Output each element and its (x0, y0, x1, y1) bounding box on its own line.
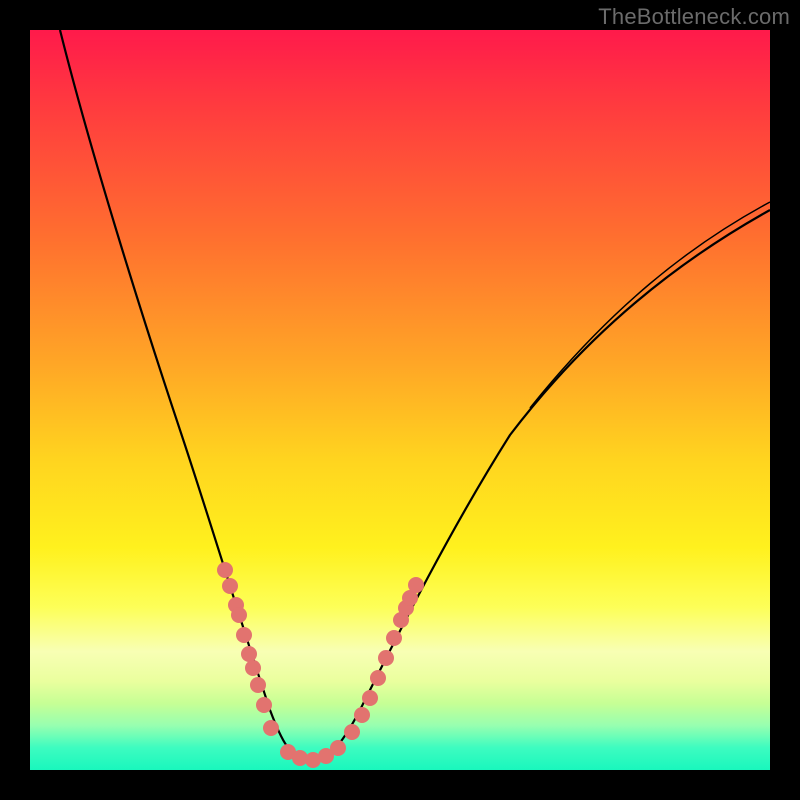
data-marker (378, 650, 394, 666)
data-marker (222, 578, 238, 594)
data-marker (362, 690, 378, 706)
marker-group (217, 562, 424, 768)
watermark-text: TheBottleneck.com (598, 4, 790, 30)
data-marker (263, 720, 279, 736)
outer-frame: TheBottleneck.com (0, 0, 800, 800)
data-marker (241, 646, 257, 662)
data-marker (408, 577, 424, 593)
data-marker (386, 630, 402, 646)
data-marker (354, 707, 370, 723)
data-marker (370, 670, 386, 686)
chart-svg (30, 30, 770, 770)
data-marker (217, 562, 233, 578)
data-marker (330, 740, 346, 756)
data-marker (236, 627, 252, 643)
plot-area (30, 30, 770, 770)
data-marker (256, 697, 272, 713)
bottleneck-curve (60, 30, 770, 760)
data-marker (250, 677, 266, 693)
data-marker (231, 607, 247, 623)
data-marker (245, 660, 261, 676)
bottleneck-curve-right-edge (530, 202, 770, 408)
data-marker (344, 724, 360, 740)
